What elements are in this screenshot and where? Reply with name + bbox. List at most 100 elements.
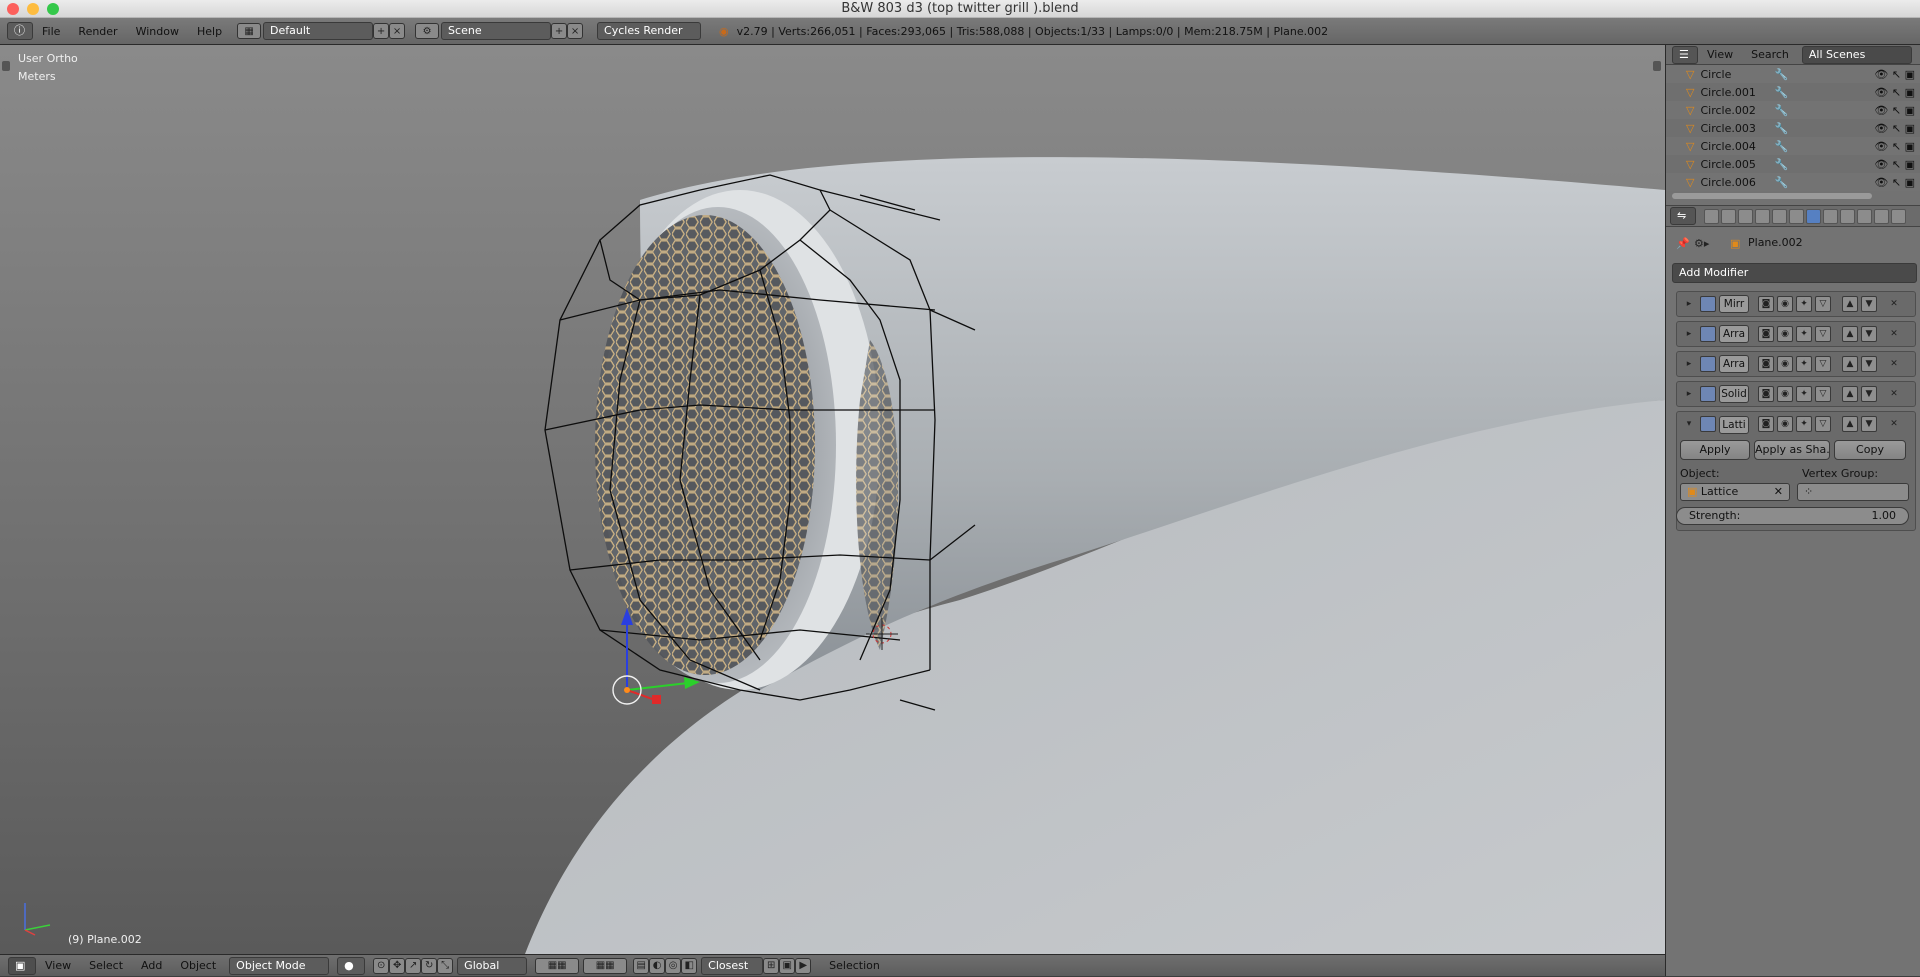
menu-file[interactable]: File (33, 18, 69, 45)
outliner-scene-filter[interactable]: All Scenes (1801, 45, 1912, 64)
minimize-window-icon[interactable] (27, 3, 39, 15)
outliner-scrollbar[interactable] (1672, 193, 1872, 199)
render-toggle-icon[interactable]: ◙ (1758, 356, 1774, 372)
viewport-toggle-icon[interactable]: ◉ (1777, 356, 1793, 372)
move-up-icon[interactable]: ▲ (1842, 356, 1858, 372)
viewport-toggle-icon[interactable]: ◉ (1777, 326, 1793, 342)
transform-orientation-select[interactable]: Global (457, 956, 528, 975)
properties-shelf-toggle-icon[interactable] (1653, 61, 1661, 71)
scene-remove-icon[interactable]: × (567, 23, 584, 39)
viewport-toggle-icon[interactable]: ◉ (1777, 416, 1793, 432)
editmode-toggle-icon[interactable]: ✦ (1796, 296, 1812, 312)
material-tab-icon[interactable] (1840, 208, 1855, 224)
render-toggle-icon[interactable]: ◙ (1758, 326, 1774, 342)
visibility-eye-icon[interactable]: 👁 ↖ ▣ (1874, 68, 1915, 81)
add-modifier-select[interactable]: Add Modifier (1672, 263, 1917, 283)
translate-manipulator-icon[interactable]: ↗ (405, 957, 422, 974)
outliner-search-menu[interactable]: Search (1742, 41, 1798, 68)
outliner-type-icon[interactable]: ☰ (1672, 45, 1698, 64)
cage-toggle-icon[interactable]: ▽ (1815, 326, 1831, 342)
move-up-icon[interactable]: ▲ (1842, 386, 1858, 402)
menu-object[interactable]: Object (171, 955, 225, 977)
editmode-toggle-icon[interactable]: ✦ (1796, 386, 1812, 402)
outliner-item[interactable]: ▽ Circle.001 🔧 👁 ↖ ▣ (1666, 83, 1920, 101)
proportional-edit-icon[interactable]: ◎ (665, 957, 682, 974)
layout-grid-icon[interactable]: ▦ (237, 23, 262, 39)
mode-select[interactable]: Object Mode (229, 956, 330, 975)
remove-modifier-icon[interactable]: ✕ (1886, 356, 1902, 372)
outliner-item[interactable]: ▽ Circle.006 🔧 👁 ↖ ▣ (1666, 173, 1920, 191)
menu-render[interactable]: Render (69, 18, 126, 45)
apply-button[interactable]: Apply (1680, 440, 1750, 460)
expand-arrow-icon[interactable]: ▸ (1681, 386, 1697, 402)
outliner-item[interactable]: ▽ Circle 🔧 👁 ↖ ▣ (1666, 65, 1920, 83)
lattice-object-field[interactable]: ▣ Lattice ✕ (1680, 483, 1790, 501)
expand-arrow-icon[interactable]: ▸ (1681, 356, 1697, 372)
visibility-eye-icon[interactable]: 👁 ↖ ▣ (1874, 86, 1915, 99)
snap-rotate-icon[interactable]: ⊞ (763, 957, 780, 974)
menu-help[interactable]: Help (188, 18, 231, 45)
scene-field[interactable]: Scene (441, 22, 552, 40)
pin-icon[interactable]: 📌 (1676, 237, 1690, 250)
data-tab-icon[interactable] (1823, 208, 1838, 224)
visibility-eye-icon[interactable]: 👁 ↖ ▣ (1874, 122, 1915, 135)
viewport-toggle-icon[interactable]: ◉ (1777, 296, 1793, 312)
cage-toggle-icon[interactable]: ▽ (1815, 416, 1831, 432)
scene-tab-icon[interactable] (1738, 208, 1753, 224)
outliner-item[interactable]: ▽ Circle.005 🔧 👁 ↖ ▣ (1666, 155, 1920, 173)
zoom-window-icon[interactable] (47, 3, 59, 15)
editor-type-info-icon[interactable]: ⓘ (7, 22, 33, 40)
remove-modifier-icon[interactable]: ✕ (1886, 296, 1902, 312)
layout-remove-icon[interactable]: × (389, 23, 406, 39)
cage-toggle-icon[interactable]: ▽ (1815, 296, 1831, 312)
particles-tab-icon[interactable] (1874, 208, 1889, 224)
viewport-shading-icon[interactable]: ● (337, 956, 366, 975)
scale-manipulator-icon[interactable]: ⤡ (437, 957, 454, 974)
close-window-icon[interactable] (7, 3, 19, 15)
scene-add-icon[interactable]: + (551, 23, 568, 39)
outliner-item[interactable]: ▽ Circle.004 🔧 👁 ↖ ▣ (1666, 137, 1920, 155)
manipulator-toggle-icon[interactable]: ✥ (389, 957, 406, 974)
copy-button[interactable]: Copy (1834, 440, 1906, 460)
move-up-icon[interactable]: ▲ (1842, 296, 1858, 312)
editmode-toggle-icon[interactable]: ✦ (1796, 326, 1812, 342)
render-toggle-icon[interactable]: ◙ (1758, 416, 1774, 432)
menu-add[interactable]: Add (132, 955, 171, 977)
outliner-view-menu[interactable]: View (1698, 41, 1742, 68)
move-down-icon[interactable]: ▼ (1861, 296, 1877, 312)
remove-modifier-icon[interactable]: ✕ (1886, 386, 1902, 402)
vertex-group-field[interactable]: ⁘ (1797, 483, 1909, 501)
cage-toggle-icon[interactable]: ▽ (1815, 386, 1831, 402)
apply-as-shape-button[interactable]: Apply as Sha... (1754, 440, 1830, 460)
3d-viewport[interactable]: User Ortho Meters (9) Plane.002 (0, 45, 1665, 954)
modifier-name-field[interactable]: Solid (1719, 385, 1749, 403)
render-layers-tab-icon[interactable] (1721, 208, 1736, 224)
layout-add-icon[interactable]: + (373, 23, 390, 39)
move-down-icon[interactable]: ▼ (1861, 416, 1877, 432)
modifiers-tab-icon[interactable] (1806, 208, 1821, 224)
visibility-eye-icon[interactable]: 👁 ↖ ▣ (1874, 104, 1915, 117)
move-down-icon[interactable]: ▼ (1861, 326, 1877, 342)
object-tab-icon[interactable] (1772, 208, 1787, 224)
layout-field[interactable]: Default (263, 22, 374, 40)
render-toggle-icon[interactable]: ◙ (1758, 296, 1774, 312)
texture-tab-icon[interactable] (1857, 208, 1872, 224)
remove-modifier-icon[interactable]: ✕ (1886, 416, 1902, 432)
render-engine-select[interactable]: Cycles Render (597, 22, 702, 40)
constraints-tab-icon[interactable] (1789, 208, 1804, 224)
expand-arrow-icon[interactable]: ▸ (1681, 326, 1697, 342)
opengl-anim-icon[interactable]: ▶ (795, 957, 812, 974)
menu-window[interactable]: Window (127, 18, 188, 45)
properties-type-icon[interactable]: ⇋ (1670, 207, 1696, 225)
outliner-item[interactable]: ▽ Circle.003 🔧 👁 ↖ ▣ (1666, 119, 1920, 137)
editmode-toggle-icon[interactable]: ✦ (1796, 416, 1812, 432)
render-preview-icon[interactable]: ◐ (649, 957, 666, 974)
visibility-eye-icon[interactable]: 👁 ↖ ▣ (1874, 140, 1915, 153)
remove-modifier-icon[interactable]: ✕ (1886, 326, 1902, 342)
move-up-icon[interactable]: ▲ (1842, 416, 1858, 432)
editor-type-3d-view-icon[interactable]: ▣ (8, 956, 36, 975)
collapse-arrow-icon[interactable]: ▾ (1681, 416, 1697, 432)
pivot-point-icon[interactable]: ⊙ (373, 957, 390, 974)
modifier-name-field[interactable]: Latti (1719, 416, 1749, 434)
render-tab-icon[interactable] (1704, 208, 1719, 224)
